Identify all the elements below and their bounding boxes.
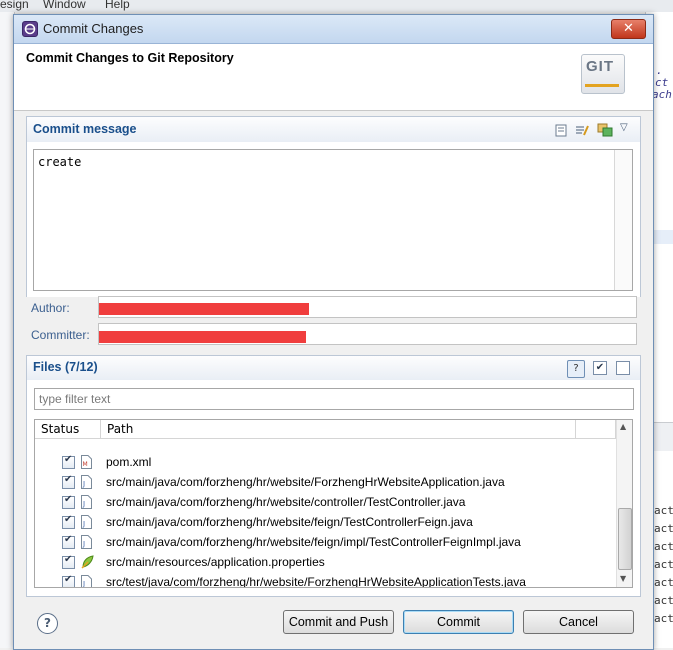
commit-message-scrollbar[interactable]: [614, 150, 632, 290]
dialog-header: Commit Changes to Git Repository GIT: [14, 44, 653, 111]
files-scrollbar[interactable]: ▲ ▼: [616, 420, 632, 587]
file-path: src/main/resources/application.propertie…: [106, 555, 325, 569]
committer-field[interactable]: [98, 323, 637, 345]
code-fragment: act: [654, 504, 673, 517]
file-checkbox[interactable]: [62, 554, 75, 569]
sign-off-icon[interactable]: [575, 123, 589, 137]
xml-file-icon: M: [81, 455, 92, 469]
files-title: Files (7/12): [33, 360, 98, 374]
scrollbar-thumb[interactable]: [618, 508, 632, 570]
table-row[interactable]: src/main/resources/application.propertie…: [35, 553, 615, 573]
menu-item-window[interactable]: Window: [43, 0, 86, 11]
properties-file-icon: [81, 555, 94, 569]
header-title: Commit Changes to Git Repository: [26, 51, 234, 65]
dialog-titlebar[interactable]: Commit Changes ✕: [14, 15, 653, 44]
column-header-status[interactable]: Status: [35, 420, 101, 439]
svg-text:M: M: [83, 461, 88, 468]
table-row[interactable]: J src/main/java/com/forzheng/hr/website/…: [35, 493, 615, 513]
select-all-icon[interactable]: ✔: [593, 361, 607, 375]
column-header-path[interactable]: Path: [101, 420, 576, 439]
commit-and-push-button[interactable]: Commit and Push: [283, 610, 394, 634]
svg-text:J: J: [82, 500, 85, 508]
svg-text:J: J: [82, 540, 85, 548]
filter-input[interactable]: type filter text: [34, 388, 634, 410]
ide-menubar: esign Window Help: [0, 0, 673, 12]
author-field[interactable]: [98, 296, 637, 318]
code-fragment: act: [654, 540, 673, 553]
close-button[interactable]: ✕: [611, 19, 646, 39]
help-icon[interactable]: ?: [37, 613, 58, 634]
scroll-down-icon[interactable]: ▼: [620, 574, 626, 583]
commit-message-title: Commit message: [33, 122, 137, 136]
table-row[interactable]: J src/main/java/com/forzheng/hr/website/…: [35, 473, 615, 493]
files-table[interactable]: Status Path M pom.xml J src/main/java/co…: [34, 419, 633, 588]
file-checkbox[interactable]: [62, 494, 75, 509]
deselect-all-icon[interactable]: [616, 361, 630, 375]
cancel-button[interactable]: Cancel: [523, 610, 634, 634]
previous-message-icon[interactable]: [555, 123, 569, 137]
dialog-title: Commit Changes: [43, 21, 144, 36]
java-file-icon: J: [81, 515, 92, 529]
file-checkbox[interactable]: [62, 574, 75, 587]
commit-message-text: create: [38, 155, 82, 169]
code-fragment: act: [654, 558, 673, 571]
commit-changes-dialog: Commit Changes ✕ Commit Changes to Git R…: [13, 14, 654, 650]
file-path: src/main/java/com/forzheng/hr/website/co…: [106, 495, 466, 509]
code-fragment: act: [654, 522, 673, 535]
eclipse-icon: [22, 21, 38, 37]
git-logo-text: GIT: [586, 58, 614, 75]
files-header: [27, 356, 640, 380]
scroll-up-icon[interactable]: ▲: [620, 422, 626, 431]
add-change-id-icon[interactable]: [597, 123, 613, 137]
table-row[interactable]: J src/main/java/com/forzheng/hr/website/…: [35, 533, 615, 553]
java-file-icon: J: [81, 575, 92, 588]
file-checkbox[interactable]: [62, 474, 75, 489]
java-file-icon: J: [81, 475, 92, 489]
file-path: src/main/java/com/forzheng/hr/website/fe…: [106, 535, 521, 549]
file-checkbox[interactable]: [62, 514, 75, 529]
code-fragment: act: [654, 612, 673, 625]
chevron-down-icon[interactable]: ▽: [620, 122, 628, 133]
git-logo-bar: [585, 84, 619, 87]
file-checkbox[interactable]: [62, 454, 75, 469]
code-fragment: act: [654, 576, 673, 589]
menu-item-help[interactable]: Help: [105, 0, 130, 11]
commit-button[interactable]: Commit: [403, 610, 514, 634]
file-path: src/main/java/com/forzheng/hr/website/fe…: [106, 515, 473, 529]
svg-text:J: J: [82, 480, 85, 488]
table-row[interactable]: M pom.xml: [35, 453, 615, 473]
java-file-icon: J: [81, 495, 92, 509]
filter-placeholder: type filter text: [39, 392, 111, 406]
author-redaction: [99, 303, 309, 315]
file-checkbox[interactable]: [62, 534, 75, 549]
code-fragment: ach: [652, 88, 672, 101]
svg-text:J: J: [82, 520, 85, 528]
show-untracked-icon[interactable]: ?: [567, 360, 585, 378]
git-logo-icon: GIT: [581, 54, 625, 94]
code-fragment: act: [654, 594, 673, 607]
committer-redaction: [99, 331, 306, 343]
file-path: src/test/java/com/forzheng/hr/website/Fo…: [106, 575, 526, 588]
committer-label: Committer:: [31, 328, 90, 342]
file-path: src/main/java/com/forzheng/hr/website/Fo…: [106, 475, 505, 489]
file-path: pom.xml: [106, 455, 152, 469]
table-row[interactable]: J src/test/java/com/forzheng/hr/website/…: [35, 573, 615, 588]
author-label: Author:: [31, 301, 70, 315]
menu-item-design[interactable]: esign: [0, 0, 29, 11]
table-row[interactable]: J src/main/java/com/forzheng/hr/website/…: [35, 513, 615, 533]
commit-message-textarea[interactable]: create: [33, 149, 633, 291]
java-file-icon: J: [81, 535, 92, 549]
column-header-empty: [576, 420, 616, 439]
svg-text:J: J: [82, 580, 85, 588]
